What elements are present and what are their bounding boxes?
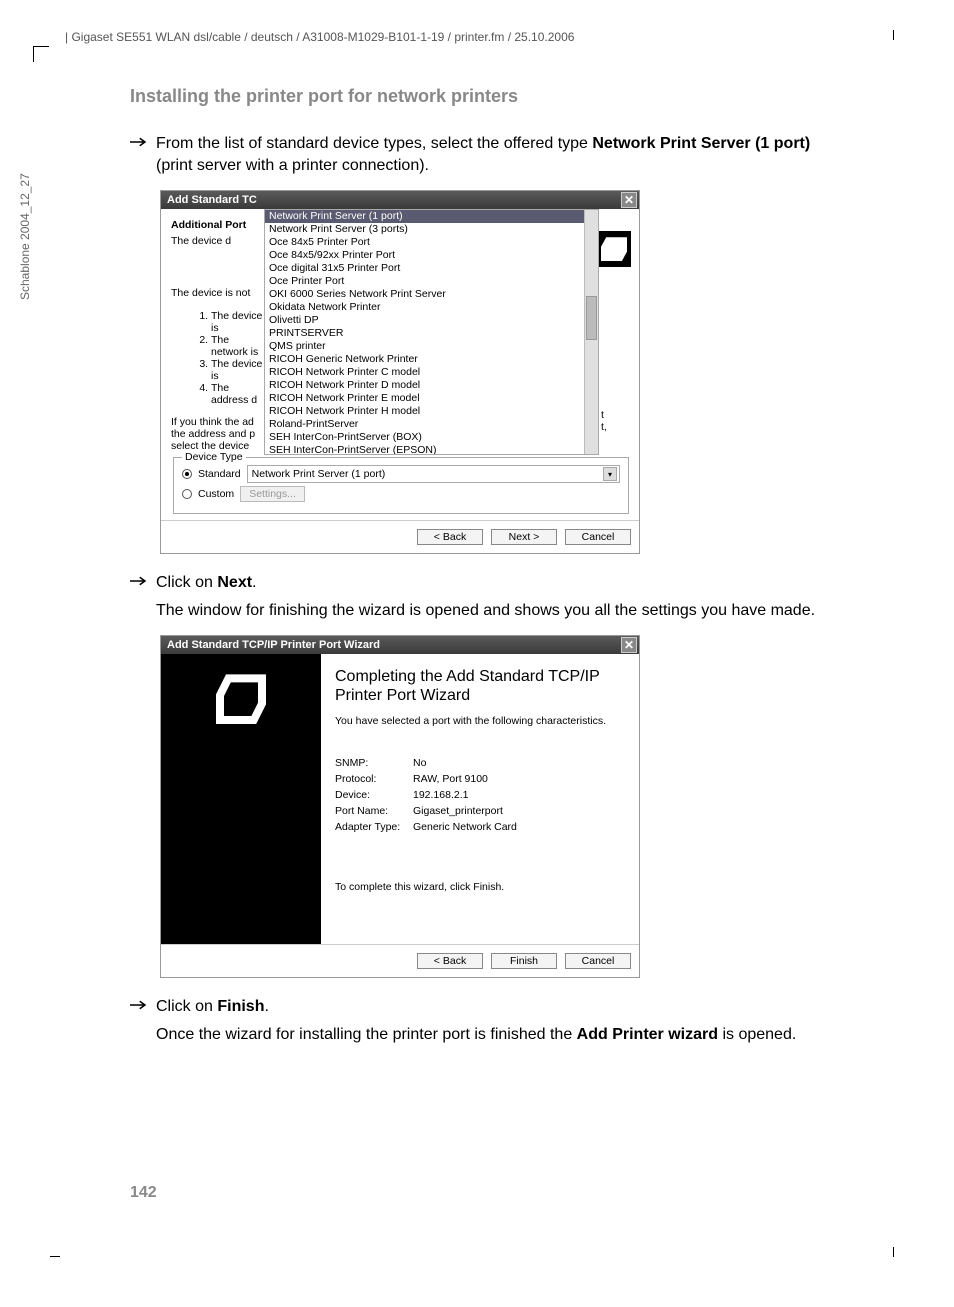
list-item[interactable]: SEH InterCon-PrintServer (BOX) xyxy=(265,431,598,444)
dialog-title: Add Standard TCP/IP Printer Port Wizard xyxy=(167,639,380,651)
template-label: Schablone 2004_12_27 xyxy=(18,173,32,300)
crop-mark xyxy=(33,46,49,62)
close-icon[interactable]: ✕ xyxy=(621,192,637,208)
instruction-text: Click on Next. xyxy=(156,572,257,594)
chevron-down-icon[interactable]: ▾ xyxy=(603,467,617,481)
table-row: Protocol:RAW, Port 9100 xyxy=(335,771,523,787)
radio-standard-label: Standard xyxy=(198,468,241,480)
printer-icon xyxy=(216,674,266,724)
list-item[interactable]: Oce 84x5/92xx Printer Port xyxy=(265,249,598,262)
arrow-right-icon xyxy=(130,133,150,176)
device-type-group: Device Type Standard Network Print Serve… xyxy=(173,457,629,514)
crop-mark xyxy=(50,1241,60,1257)
arrow-right-icon xyxy=(130,572,150,594)
dialog-titlebar: Add Standard TCP/IP Printer Port Wizard … xyxy=(161,636,639,654)
list-item[interactable]: Olivetti DP xyxy=(265,314,598,327)
finish-button[interactable]: Finish xyxy=(491,953,557,969)
crop-mark xyxy=(878,1247,894,1257)
list-item[interactable]: Network Print Server (1 port) xyxy=(265,210,598,223)
cancel-button[interactable]: Cancel xyxy=(565,529,631,545)
list-item[interactable]: Oce 84x5 Printer Port xyxy=(265,236,598,249)
scrollbar[interactable] xyxy=(584,210,598,454)
instruction-text: From the list of standard device types, … xyxy=(156,133,850,176)
wizard-side-panel xyxy=(161,654,321,944)
list-item[interactable]: RICOH Generic Network Printer xyxy=(265,353,598,366)
list-item[interactable]: SEH InterCon-PrintServer (EPSON) xyxy=(265,444,598,455)
table-row: SNMP:No xyxy=(335,755,523,771)
list-item[interactable]: Oce digital 31x5 Printer Port xyxy=(265,262,598,275)
radio-custom[interactable] xyxy=(182,489,192,499)
list-item[interactable]: RICOH Network Printer D model xyxy=(265,379,598,392)
settings-button: Settings... xyxy=(240,486,305,502)
section-heading: Installing the printer port for network … xyxy=(130,86,850,107)
arrow-right-icon xyxy=(130,996,150,1018)
finish-wizard-dialog: Add Standard TCP/IP Printer Port Wizard … xyxy=(160,635,640,978)
radio-custom-label: Custom xyxy=(198,488,234,500)
finish-note: To complete this wizard, click Finish. xyxy=(335,881,625,893)
instruction-note: The window for finishing the wizard is o… xyxy=(156,600,850,622)
device-type-dropdown-list[interactable]: Network Print Server (1 port) Network Pr… xyxy=(264,209,599,455)
list-item[interactable]: Network Print Server (3 ports) xyxy=(265,223,598,236)
list-item[interactable]: RICOH Network Printer E model xyxy=(265,392,598,405)
page-header-path: | Gigaset SE551 WLAN dsl/cable / deutsch… xyxy=(65,30,574,44)
instruction-note: Once the wizard for installing the print… xyxy=(156,1024,850,1046)
printer-icon xyxy=(597,231,631,267)
close-icon[interactable]: ✕ xyxy=(621,637,637,653)
back-button[interactable]: < Back xyxy=(417,529,483,545)
list-item[interactable]: OKI 6000 Series Network Print Server xyxy=(265,288,598,301)
table-row: Adapter Type:Generic Network Card xyxy=(335,819,523,835)
list-item[interactable]: Oce Printer Port xyxy=(265,275,598,288)
dialog-title: Add Standard TC xyxy=(167,194,257,206)
list-item[interactable]: Roland-PrintServer xyxy=(265,418,598,431)
list-item[interactable]: RICOH Network Printer C model xyxy=(265,366,598,379)
list-item[interactable]: QMS printer xyxy=(265,340,598,353)
group-legend: Device Type xyxy=(182,451,246,463)
add-port-dialog: Add Standard TC ✕ Additional Port The de… xyxy=(160,190,640,554)
next-button[interactable]: Next > xyxy=(491,529,557,545)
page-number: 142 xyxy=(130,1184,157,1202)
instruction-text: Click on Finish. xyxy=(156,996,269,1018)
table-row: Device:192.168.2.1 xyxy=(335,787,523,803)
port-properties-table: SNMP:No Protocol:RAW, Port 9100 Device:1… xyxy=(335,755,523,835)
cancel-button[interactable]: Cancel xyxy=(565,953,631,969)
radio-standard[interactable] xyxy=(182,469,192,479)
left-text-fragments: Additional Port The device d The device … xyxy=(161,209,264,455)
crop-mark xyxy=(878,30,894,40)
list-item[interactable]: Okidata Network Printer xyxy=(265,301,598,314)
list-item[interactable]: PRINTSERVER xyxy=(265,327,598,340)
standard-type-select[interactable]: Network Print Server (1 port) ▾ xyxy=(247,465,620,483)
table-row: Port Name:Gigaset_printerport xyxy=(335,803,523,819)
wizard-heading: Completing the Add Standard TCP/IP Print… xyxy=(335,668,625,705)
wizard-subtext: You have selected a port with the follow… xyxy=(335,715,625,727)
list-item[interactable]: RICOH Network Printer H model xyxy=(265,405,598,418)
back-button[interactable]: < Back xyxy=(417,953,483,969)
dialog-titlebar: Add Standard TC ✕ xyxy=(161,191,639,209)
